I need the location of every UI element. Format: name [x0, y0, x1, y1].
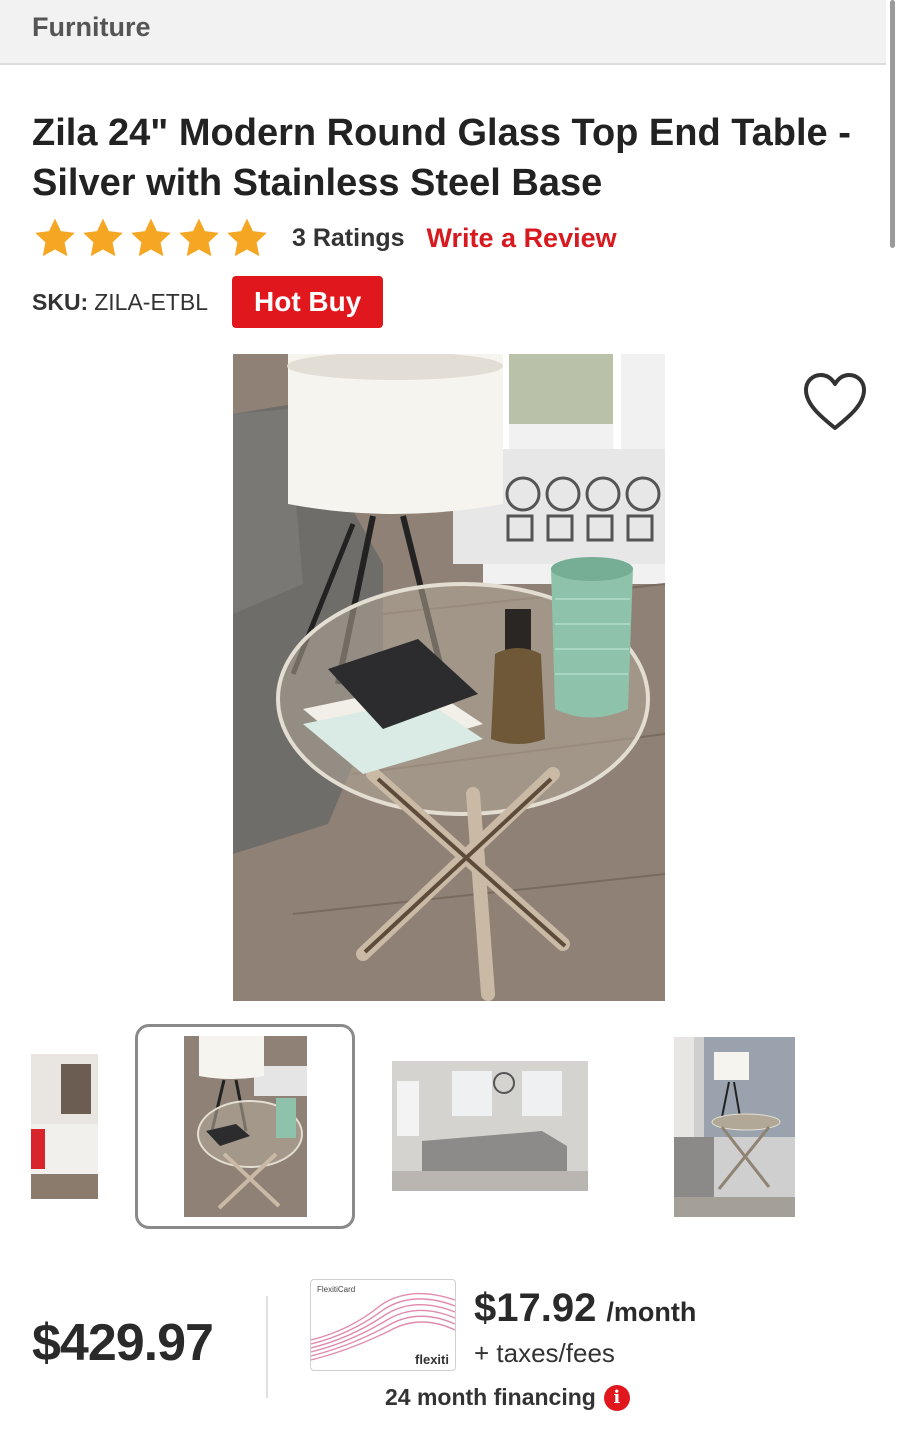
product-title: Zila 24" Modern Round Glass Top End Tabl…	[32, 112, 851, 204]
hot-buy-badge: Hot Buy	[232, 276, 384, 328]
sku-value: ZILA-ETBL	[94, 288, 208, 315]
financing-term-text: 24 month financing	[385, 1384, 596, 1410]
sku-row: SKU: ZILA-ETBL Hot Buy	[32, 275, 384, 329]
sku-label: SKU:	[32, 288, 89, 315]
thumbnail-1[interactable]	[31, 1054, 98, 1199]
write-review-link[interactable]: Write a Review	[427, 223, 617, 254]
flexiti-logo: flexiti	[415, 1352, 449, 1367]
star-icon	[83, 218, 123, 257]
category-header: Furniture	[0, 0, 886, 65]
rating-row: 3 Ratings Write a Review	[32, 215, 617, 261]
main-product-image[interactable]	[233, 354, 665, 1001]
monthly-amount: $17.92	[474, 1286, 597, 1330]
star-icon	[35, 218, 75, 257]
star-icon	[179, 218, 219, 257]
taxes-note: + taxes/fees	[474, 1338, 615, 1368]
price-divider	[266, 1296, 268, 1398]
financing-term: 24 month financing i	[385, 1384, 630, 1411]
star-rating[interactable]	[32, 215, 270, 261]
ratings-count[interactable]: 3 Ratings	[292, 224, 405, 253]
card-brand-label: FlexitiCard	[317, 1285, 356, 1294]
product-price: $429.97	[32, 1314, 214, 1372]
breadcrumb-furniture[interactable]: Furniture	[32, 12, 151, 43]
monthly-payment: $17.92 /month	[474, 1286, 696, 1331]
flexiti-card-image: FlexitiCard flexiti	[310, 1279, 456, 1371]
thumbnail-2[interactable]	[184, 1036, 307, 1217]
star-icon	[227, 218, 267, 257]
price-block: $429.97	[32, 1313, 214, 1373]
info-icon[interactable]: i	[603, 1384, 630, 1411]
heart-icon[interactable]	[800, 370, 870, 434]
page-scrollbar[interactable]	[890, 0, 895, 248]
star-icon	[131, 218, 171, 257]
thumbnail-4[interactable]	[674, 1037, 795, 1217]
thumbnail-3[interactable]	[392, 1061, 588, 1191]
monthly-unit: /month	[606, 1297, 697, 1327]
